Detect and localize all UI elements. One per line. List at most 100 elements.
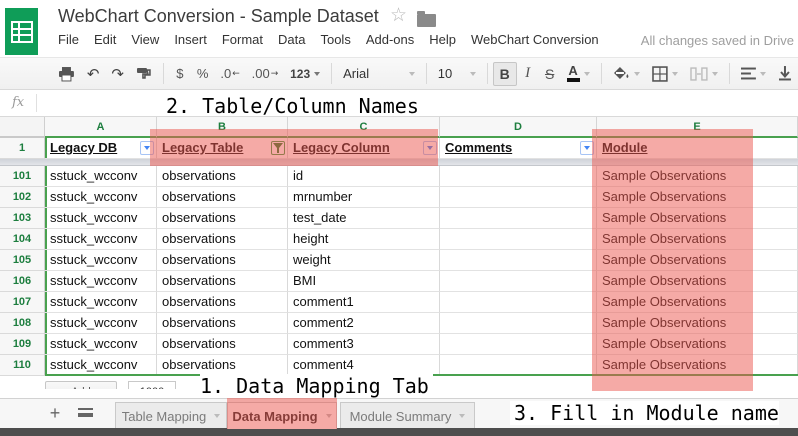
redo-button[interactable]: ↷ bbox=[105, 62, 130, 86]
menu-edit[interactable]: Edit bbox=[94, 32, 116, 47]
grid-cell[interactable]: Sample Observations bbox=[597, 229, 798, 250]
grid-cell[interactable]: Sample Observations bbox=[597, 334, 798, 355]
grid-cell[interactable]: height bbox=[288, 229, 440, 250]
horizontal-align-button[interactable] bbox=[735, 62, 772, 86]
grid-cell[interactable]: sstuck_wcconv bbox=[45, 334, 157, 355]
grid-cell[interactable]: sstuck_wcconv bbox=[45, 166, 157, 187]
grid-cell[interactable]: sstuck_wcconv bbox=[45, 313, 157, 334]
row-number[interactable]: 107 bbox=[0, 292, 45, 313]
grid-cell[interactable]: observations bbox=[157, 313, 288, 334]
grid-cell[interactable]: sstuck_wcconv bbox=[45, 355, 157, 376]
bold-button[interactable]: B bbox=[493, 62, 517, 86]
undo-button[interactable]: ↶ bbox=[81, 62, 106, 86]
grid-cell[interactable] bbox=[440, 334, 597, 355]
grid-cell[interactable]: comment2 bbox=[288, 313, 440, 334]
row-number[interactable]: 101 bbox=[0, 166, 45, 187]
paint-format-button[interactable] bbox=[130, 62, 158, 86]
grid-cell[interactable] bbox=[440, 355, 597, 376]
text-color-button[interactable]: A bbox=[561, 62, 596, 86]
percent-format-button[interactable]: % bbox=[191, 62, 215, 86]
grid-cell[interactable]: sstuck_wcconv bbox=[45, 208, 157, 229]
formula-bar[interactable]: fx bbox=[0, 90, 798, 117]
merge-cells-button[interactable] bbox=[684, 62, 724, 86]
hidden-rows-indicator[interactable] bbox=[0, 159, 798, 166]
row-number[interactable]: 108 bbox=[0, 313, 45, 334]
header-cell-legacy-table[interactable]: Legacy Table bbox=[157, 138, 288, 159]
tab-data-mapping[interactable]: Data Mapping bbox=[227, 402, 337, 429]
row-number[interactable]: 1 bbox=[0, 138, 45, 159]
menu-help[interactable]: Help bbox=[429, 32, 456, 47]
grid-cell[interactable] bbox=[440, 187, 597, 208]
grid-cell[interactable] bbox=[440, 250, 597, 271]
grid-cell[interactable] bbox=[440, 208, 597, 229]
grid-cell[interactable]: observations bbox=[157, 250, 288, 271]
row-number[interactable]: 103 bbox=[0, 208, 45, 229]
grid-cell[interactable]: observations bbox=[157, 208, 288, 229]
number-format-menu[interactable]: 123 bbox=[284, 62, 326, 86]
grid-cell[interactable]: observations bbox=[157, 334, 288, 355]
italic-button[interactable]: I bbox=[517, 62, 539, 86]
grid-cell[interactable] bbox=[440, 292, 597, 313]
vertical-align-button[interactable] bbox=[772, 62, 798, 86]
menu-addons[interactable]: Add-ons bbox=[366, 32, 414, 47]
grid-cell[interactable]: sstuck_wcconv bbox=[45, 292, 157, 313]
header-cell-legacy-db[interactable]: Legacy DB bbox=[45, 138, 157, 159]
grid-cell[interactable]: test_date bbox=[288, 208, 440, 229]
tab-table-mapping[interactable]: Table Mapping bbox=[115, 402, 227, 429]
document-title[interactable]: WebChart Conversion - Sample Dataset bbox=[58, 6, 379, 27]
grid-cell[interactable]: Sample Observations bbox=[597, 355, 798, 376]
grid-cell[interactable]: weight bbox=[288, 250, 440, 271]
font-size-select[interactable]: 10 bbox=[432, 62, 482, 86]
grid-cell[interactable]: observations bbox=[157, 292, 288, 313]
grid-cell[interactable]: comment1 bbox=[288, 292, 440, 313]
grid-cell[interactable]: sstuck_wcconv bbox=[45, 187, 157, 208]
grid-cell[interactable] bbox=[440, 229, 597, 250]
print-button[interactable] bbox=[52, 62, 81, 86]
row-number[interactable]: 109 bbox=[0, 334, 45, 355]
grid-cell[interactable]: sstuck_wcconv bbox=[45, 229, 157, 250]
grid-cell[interactable]: Sample Observations bbox=[597, 250, 798, 271]
grid-cell[interactable]: Sample Observations bbox=[597, 313, 798, 334]
row-number[interactable]: 105 bbox=[0, 250, 45, 271]
row-number[interactable]: 104 bbox=[0, 229, 45, 250]
tab-module-summary[interactable]: Module Summary bbox=[340, 402, 475, 429]
grid-cell[interactable]: observations bbox=[157, 355, 288, 376]
grid-cell[interactable]: comment3 bbox=[288, 334, 440, 355]
fill-color-button[interactable] bbox=[607, 62, 647, 86]
grid-cell[interactable]: Sample Observations bbox=[597, 292, 798, 313]
filter-dropdown-icon[interactable] bbox=[423, 141, 437, 155]
row-number[interactable]: 106 bbox=[0, 271, 45, 292]
header-cell-comments[interactable]: Comments bbox=[440, 138, 597, 159]
grid-cell[interactable] bbox=[440, 271, 597, 292]
active-filter-funnel-icon[interactable] bbox=[271, 141, 285, 155]
column-header-a[interactable]: A bbox=[45, 117, 157, 138]
all-sheets-menu-icon[interactable] bbox=[78, 408, 93, 417]
header-cell-module[interactable]: Module bbox=[597, 138, 798, 159]
decrease-decimal-button[interactable]: .0← bbox=[214, 62, 245, 86]
column-header-b[interactable]: B bbox=[157, 117, 288, 138]
grid-cell[interactable]: observations bbox=[157, 229, 288, 250]
grid-cell[interactable] bbox=[440, 166, 597, 187]
menu-tools[interactable]: Tools bbox=[320, 32, 350, 47]
borders-button[interactable] bbox=[646, 62, 684, 86]
font-family-select[interactable]: Arial bbox=[337, 62, 421, 86]
column-header-d[interactable]: D bbox=[440, 117, 597, 138]
grid-cell[interactable]: id bbox=[288, 166, 440, 187]
grid-cell[interactable]: sstuck_wcconv bbox=[45, 250, 157, 271]
select-all-corner[interactable] bbox=[0, 117, 45, 138]
menu-data[interactable]: Data bbox=[278, 32, 305, 47]
grid-cell[interactable]: Sample Observations bbox=[597, 166, 798, 187]
header-cell-legacy-column[interactable]: Legacy Column bbox=[288, 138, 440, 159]
menu-insert[interactable]: Insert bbox=[174, 32, 207, 47]
menu-format[interactable]: Format bbox=[222, 32, 263, 47]
star-icon[interactable]: ☆ bbox=[390, 4, 407, 26]
add-sheet-button[interactable]: + bbox=[44, 402, 66, 424]
currency-format-button[interactable]: $ bbox=[169, 62, 191, 86]
grid-cell[interactable] bbox=[440, 313, 597, 334]
increase-decimal-button[interactable]: .00→ bbox=[246, 62, 285, 86]
sheets-logo-icon[interactable] bbox=[5, 8, 38, 55]
filter-dropdown-icon[interactable] bbox=[140, 141, 154, 155]
row-number[interactable]: 102 bbox=[0, 187, 45, 208]
grid-cell[interactable]: observations bbox=[157, 271, 288, 292]
filter-dropdown-icon[interactable] bbox=[580, 141, 594, 155]
